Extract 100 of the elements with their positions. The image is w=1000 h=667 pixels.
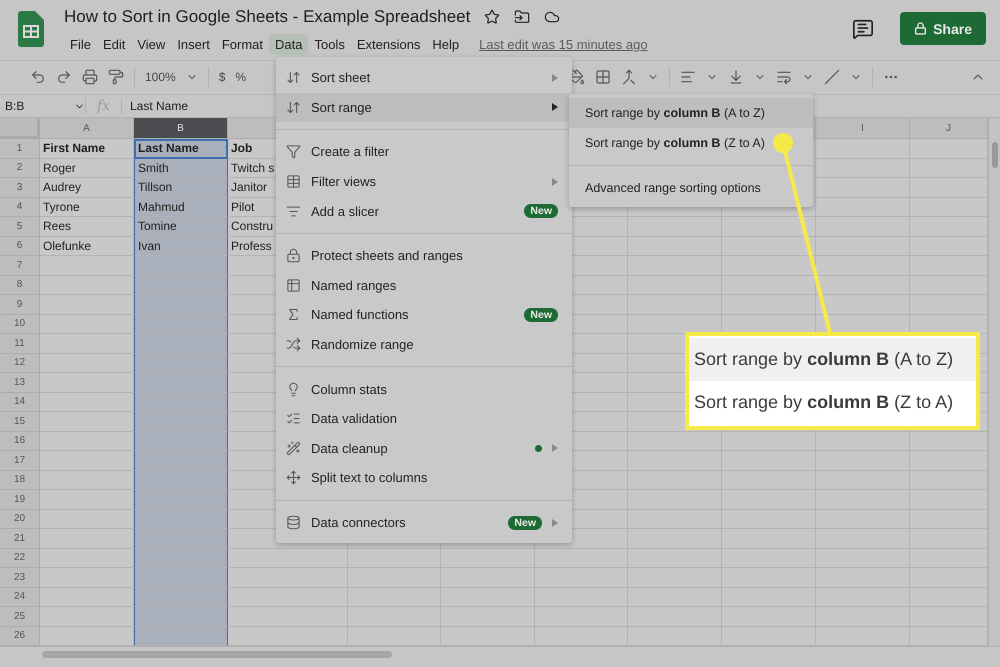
row-number[interactable]: 2 — [0, 158, 40, 178]
menu-item[interactable]: Named ranges — [276, 270, 572, 300]
align-icon[interactable] — [680, 69, 696, 86]
column-header[interactable]: B — [134, 118, 228, 140]
folder-icon[interactable] — [514, 9, 530, 25]
paint-format-icon[interactable] — [108, 69, 124, 86]
checklist-icon — [286, 411, 301, 426]
row-number[interactable]: 8 — [0, 276, 40, 296]
star-icon[interactable] — [484, 9, 500, 25]
database-icon — [286, 515, 301, 530]
share-button[interactable]: Share — [900, 12, 986, 45]
menu-item[interactable]: Data cleanup — [276, 434, 572, 464]
menu-tab[interactable]: Help — [426, 34, 466, 55]
menu-tab[interactable]: File — [64, 34, 97, 55]
sigma-icon — [286, 307, 301, 322]
row-number[interactable]: 11 — [0, 334, 40, 354]
fill-color-icon[interactable] — [569, 69, 586, 86]
menu-item[interactable]: Data connectors New — [276, 508, 572, 538]
document-title[interactable]: How to Sort in Google Sheets - Example Spreadsheet — [64, 7, 470, 27]
row-number[interactable]: 24 — [0, 588, 40, 608]
menu-item[interactable]: Named functions New — [276, 300, 572, 330]
column-header[interactable]: I — [816, 118, 910, 140]
row-number[interactable]: 6 — [0, 236, 40, 256]
row-number[interactable]: 10 — [0, 314, 40, 334]
new-badge: New — [524, 308, 558, 322]
lock-icon — [914, 22, 928, 35]
row-number[interactable]: 12 — [0, 354, 40, 374]
menu-item[interactable]: Sort range by column B (A to Z) — [569, 98, 813, 128]
menu-tab[interactable]: Tools — [308, 34, 351, 55]
row-number[interactable]: 26 — [0, 626, 40, 646]
redo-icon[interactable] — [56, 69, 72, 86]
row-number[interactable]: 14 — [0, 392, 40, 412]
menu-item[interactable]: Sort range by column B (Z to A) — [569, 128, 813, 158]
menu-tab[interactable]: View — [131, 34, 172, 55]
name-box[interactable]: B:B — [0, 99, 85, 114]
move-icon — [286, 470, 301, 486]
sheets-logo-icon[interactable] — [18, 11, 44, 47]
currency-button[interactable]: $ — [218, 70, 226, 84]
menu-item[interactable]: Randomize range — [276, 330, 572, 360]
sort-icon — [286, 100, 301, 115]
row-number[interactable]: 3 — [0, 178, 40, 198]
zoom-select[interactable]: 100% — [145, 70, 176, 84]
menu-item[interactable]: Sort range — [276, 92, 572, 122]
row-number[interactable]: 4 — [0, 198, 40, 218]
column-header[interactable]: J — [910, 118, 988, 140]
table-cell: Ivan — [134, 236, 228, 256]
menu-item[interactable]: Data validation — [276, 404, 572, 434]
row-number[interactable]: 23 — [0, 568, 40, 588]
row-number[interactable]: 13 — [0, 373, 40, 393]
row-number[interactable]: 16 — [0, 432, 40, 452]
formula-field[interactable]: Last Name — [122, 99, 188, 114]
shuffle-icon — [286, 337, 301, 352]
menu-item[interactable]: Sort sheet — [276, 63, 572, 93]
menu-item[interactable]: Column stats — [276, 374, 572, 404]
menu-item[interactable]: Split text to columns — [276, 463, 572, 493]
lock-icon — [286, 248, 301, 264]
scrollbar-thumb[interactable] — [992, 142, 998, 168]
row-number[interactable]: 5 — [0, 217, 40, 237]
row-number[interactable]: 21 — [0, 529, 40, 549]
merge-icon[interactable] — [621, 69, 638, 86]
comment-icon[interactable] — [852, 18, 874, 40]
last-edit-link[interactable]: Last edit was 15 minutes ago — [479, 37, 648, 52]
menu-item[interactable]: Advanced range sorting options — [569, 173, 813, 203]
row-number[interactable]: 19 — [0, 490, 40, 510]
column-header[interactable]: A — [40, 118, 134, 140]
row-number[interactable]: 1 — [0, 139, 40, 159]
wand-icon — [286, 440, 301, 456]
menu-tab[interactable]: Insert — [171, 34, 216, 55]
scrollbar-thumb[interactable] — [42, 651, 392, 658]
table-cell: Tillson — [134, 178, 228, 198]
table-cell: Last Name — [134, 139, 228, 159]
menu-tab[interactable]: Edit — [96, 34, 132, 55]
borders-icon[interactable] — [595, 69, 612, 86]
new-badge: New — [508, 516, 542, 530]
row-number[interactable]: 9 — [0, 295, 40, 315]
table-cell: First Name — [40, 139, 134, 159]
table-cell: Roger — [40, 158, 134, 178]
menu-tab[interactable]: Extensions — [350, 34, 426, 55]
row-number[interactable]: 25 — [0, 607, 40, 627]
sort-icon — [286, 70, 301, 86]
table-cell: Tyrone — [40, 198, 134, 218]
print-icon[interactable] — [82, 69, 98, 86]
row-number[interactable]: 18 — [0, 470, 40, 490]
row-number[interactable]: 20 — [0, 510, 40, 530]
table-cell: Olefunke — [40, 236, 134, 256]
row-number[interactable]: 22 — [0, 548, 40, 568]
row-number[interactable]: 15 — [0, 412, 40, 432]
lines-icon — [286, 204, 301, 219]
table-icon — [286, 174, 301, 190]
row-number[interactable]: 7 — [0, 256, 40, 276]
table-cell: Smith — [134, 158, 228, 178]
callout-text: Sort range by column B (A to Z) — [689, 338, 976, 381]
menu-tab[interactable]: Format — [216, 34, 269, 55]
percent-button[interactable]: % — [235, 70, 246, 84]
undo-icon[interactable] — [30, 69, 46, 86]
row-number[interactable]: 17 — [0, 451, 40, 471]
wrap-icon[interactable] — [776, 69, 792, 86]
table-cell: Audrey — [40, 178, 134, 198]
menu-tab[interactable]: Data — [269, 34, 308, 55]
cloud-icon[interactable] — [544, 9, 560, 25]
